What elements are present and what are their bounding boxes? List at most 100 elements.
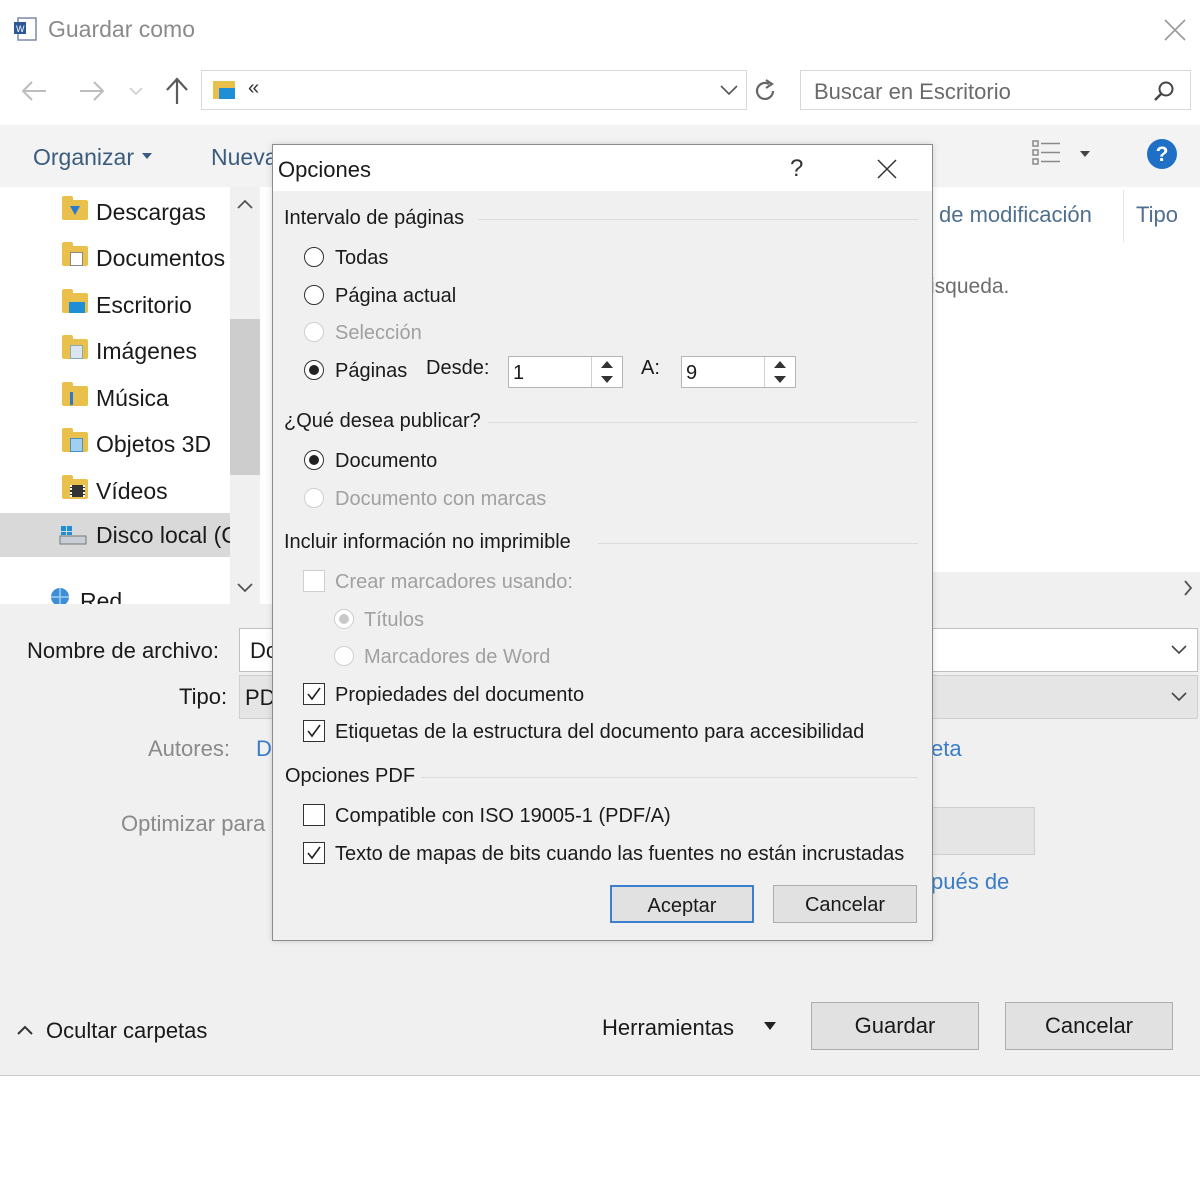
up-arrow-icon[interactable] bbox=[163, 76, 191, 106]
cancel-button-label: Cancelar bbox=[1044, 1013, 1134, 1038]
address-dropdown-icon[interactable] bbox=[720, 84, 738, 96]
from-spinner[interactable] bbox=[591, 357, 622, 387]
pictures-folder-icon bbox=[62, 335, 88, 359]
sidebar-item-imagenes[interactable]: Imágenes bbox=[0, 329, 230, 375]
authors-value[interactable]: D bbox=[256, 736, 272, 762]
dialog-close-icon[interactable] bbox=[877, 159, 897, 179]
column-header-type[interactable]: Tipo bbox=[1136, 202, 1178, 228]
dialog-ok-button[interactable]: Aceptar bbox=[610, 885, 754, 923]
recent-locations-chevron-icon[interactable] bbox=[129, 86, 143, 96]
tools-dropdown-icon[interactable] bbox=[763, 1021, 777, 1031]
organize-menu[interactable]: Organizar bbox=[33, 144, 134, 171]
address-bar[interactable]: « bbox=[201, 70, 747, 110]
optimize-option-box[interactable] bbox=[931, 807, 1035, 855]
dialog-cancel-button[interactable]: Cancelar bbox=[773, 885, 917, 923]
sidebar-item-red[interactable]: Red bbox=[0, 579, 230, 604]
pages-label: Páginas bbox=[335, 360, 408, 382]
sidebar-item-documentos[interactable]: Documentos bbox=[0, 236, 230, 282]
document-label: Documento bbox=[335, 450, 438, 472]
radio-document[interactable] bbox=[304, 450, 324, 470]
sidebar-item-videos[interactable]: Vídeos bbox=[0, 469, 230, 515]
document-markup-label: Documento con marcas bbox=[335, 488, 547, 510]
authors-label: Autores: bbox=[148, 736, 230, 761]
back-arrow-icon[interactable] bbox=[20, 78, 48, 104]
to-spinner[interactable] bbox=[764, 357, 795, 387]
column-separator[interactable] bbox=[1123, 190, 1124, 242]
network-icon bbox=[51, 588, 69, 604]
bitmap-text-checkbox[interactable] bbox=[303, 842, 325, 864]
section-divider bbox=[421, 777, 918, 778]
radio-selected-dot bbox=[309, 365, 319, 375]
spin-up-icon[interactable] bbox=[773, 360, 787, 369]
sidebar-item-disco-local[interactable]: Disco local (C bbox=[0, 513, 238, 557]
dialog-help-button[interactable]: ? bbox=[790, 155, 803, 183]
radio-pages[interactable] bbox=[304, 360, 324, 380]
filename-dropdown-icon[interactable] bbox=[1171, 645, 1187, 655]
create-bookmarks-checkbox bbox=[303, 570, 325, 592]
navigation-scrollbar[interactable] bbox=[230, 187, 260, 604]
word-bookmarks-label: Marcadores de Word bbox=[364, 646, 551, 668]
3d-objects-folder-icon bbox=[62, 428, 88, 452]
open-after-publish-link[interactable]: pués de bbox=[931, 869, 1009, 895]
organize-dropdown-icon[interactable] bbox=[141, 152, 153, 160]
sidebar-item-label: Música bbox=[96, 385, 169, 411]
to-page-input[interactable]: 9 bbox=[681, 356, 796, 388]
address-path: « bbox=[248, 77, 260, 99]
sidebar-item-label: Red bbox=[80, 588, 123, 604]
column-header-modified[interactable]: de modificación bbox=[939, 202, 1092, 228]
type-dropdown-icon[interactable] bbox=[1171, 692, 1187, 702]
chevron-up-icon[interactable] bbox=[16, 1024, 34, 1036]
sidebar-item-musica[interactable]: Música bbox=[0, 376, 230, 422]
spin-down-icon[interactable] bbox=[600, 375, 614, 384]
help-icon[interactable]: ? bbox=[1146, 138, 1178, 170]
radio-selection bbox=[304, 322, 324, 342]
to-label: A: bbox=[641, 357, 660, 379]
dialog-title-bar: Opciones ? bbox=[273, 145, 932, 191]
type-value: PD bbox=[245, 685, 276, 710]
radio-current-page[interactable] bbox=[304, 285, 324, 305]
music-folder-icon bbox=[62, 382, 88, 406]
view-options-icon[interactable] bbox=[1032, 139, 1062, 167]
scroll-down-icon[interactable] bbox=[237, 583, 253, 593]
refresh-icon[interactable] bbox=[752, 78, 778, 104]
checkmark-icon bbox=[307, 724, 321, 738]
section-divider bbox=[488, 422, 918, 423]
hide-folders-button[interactable]: Ocultar carpetas bbox=[46, 1018, 207, 1044]
save-button[interactable]: Guardar bbox=[811, 1002, 979, 1050]
window-title: Guardar como bbox=[48, 16, 196, 42]
checkmark-icon bbox=[307, 687, 321, 701]
local-disk-icon bbox=[59, 526, 87, 545]
navigation-pane: Descargas Documentos Escritorio Imágenes… bbox=[0, 187, 260, 604]
doc-properties-checkbox[interactable] bbox=[303, 683, 325, 705]
view-dropdown-icon[interactable] bbox=[1079, 150, 1091, 158]
from-page-value: 1 bbox=[513, 362, 525, 384]
structure-tags-checkbox[interactable] bbox=[303, 720, 325, 742]
svg-text:?: ? bbox=[1156, 143, 1169, 166]
from-page-input[interactable]: 1 bbox=[508, 356, 623, 388]
svg-text:W: W bbox=[16, 24, 25, 34]
radio-all-pages[interactable] bbox=[304, 247, 324, 267]
scroll-right-icon[interactable] bbox=[1183, 580, 1193, 596]
structure-tags-label: Etiquetas de la estructura del documento… bbox=[335, 721, 865, 743]
sidebar-item-descargas[interactable]: Descargas bbox=[0, 190, 230, 236]
type-label: Tipo: bbox=[179, 684, 228, 709]
scrollbar-thumb[interactable] bbox=[230, 319, 260, 475]
spin-down-icon[interactable] bbox=[773, 375, 787, 384]
new-folder-button[interactable]: Nueva bbox=[211, 144, 277, 171]
tools-menu[interactable]: Herramientas bbox=[602, 1015, 734, 1041]
cancel-button[interactable]: Cancelar bbox=[1005, 1002, 1173, 1050]
close-window-icon[interactable] bbox=[1163, 18, 1187, 42]
dialog-title: Opciones bbox=[278, 157, 371, 182]
horizontal-scrollbar[interactable] bbox=[930, 572, 1200, 604]
sidebar-item-label: Documentos bbox=[96, 245, 226, 271]
sidebar-item-objetos-3d[interactable]: Objetos 3D bbox=[0, 422, 230, 468]
tags-link[interactable]: eta bbox=[931, 736, 962, 762]
sidebar-item-escritorio[interactable]: Escritorio bbox=[0, 283, 230, 329]
forward-arrow-icon[interactable] bbox=[78, 78, 106, 104]
search-box[interactable]: Buscar en Escritorio bbox=[800, 70, 1191, 110]
search-icon[interactable] bbox=[1153, 80, 1175, 102]
spin-up-icon[interactable] bbox=[600, 360, 614, 369]
search-placeholder: Buscar en Escritorio bbox=[814, 79, 1011, 104]
scroll-up-icon[interactable] bbox=[237, 199, 253, 209]
iso-pdfa-checkbox[interactable] bbox=[303, 804, 325, 826]
